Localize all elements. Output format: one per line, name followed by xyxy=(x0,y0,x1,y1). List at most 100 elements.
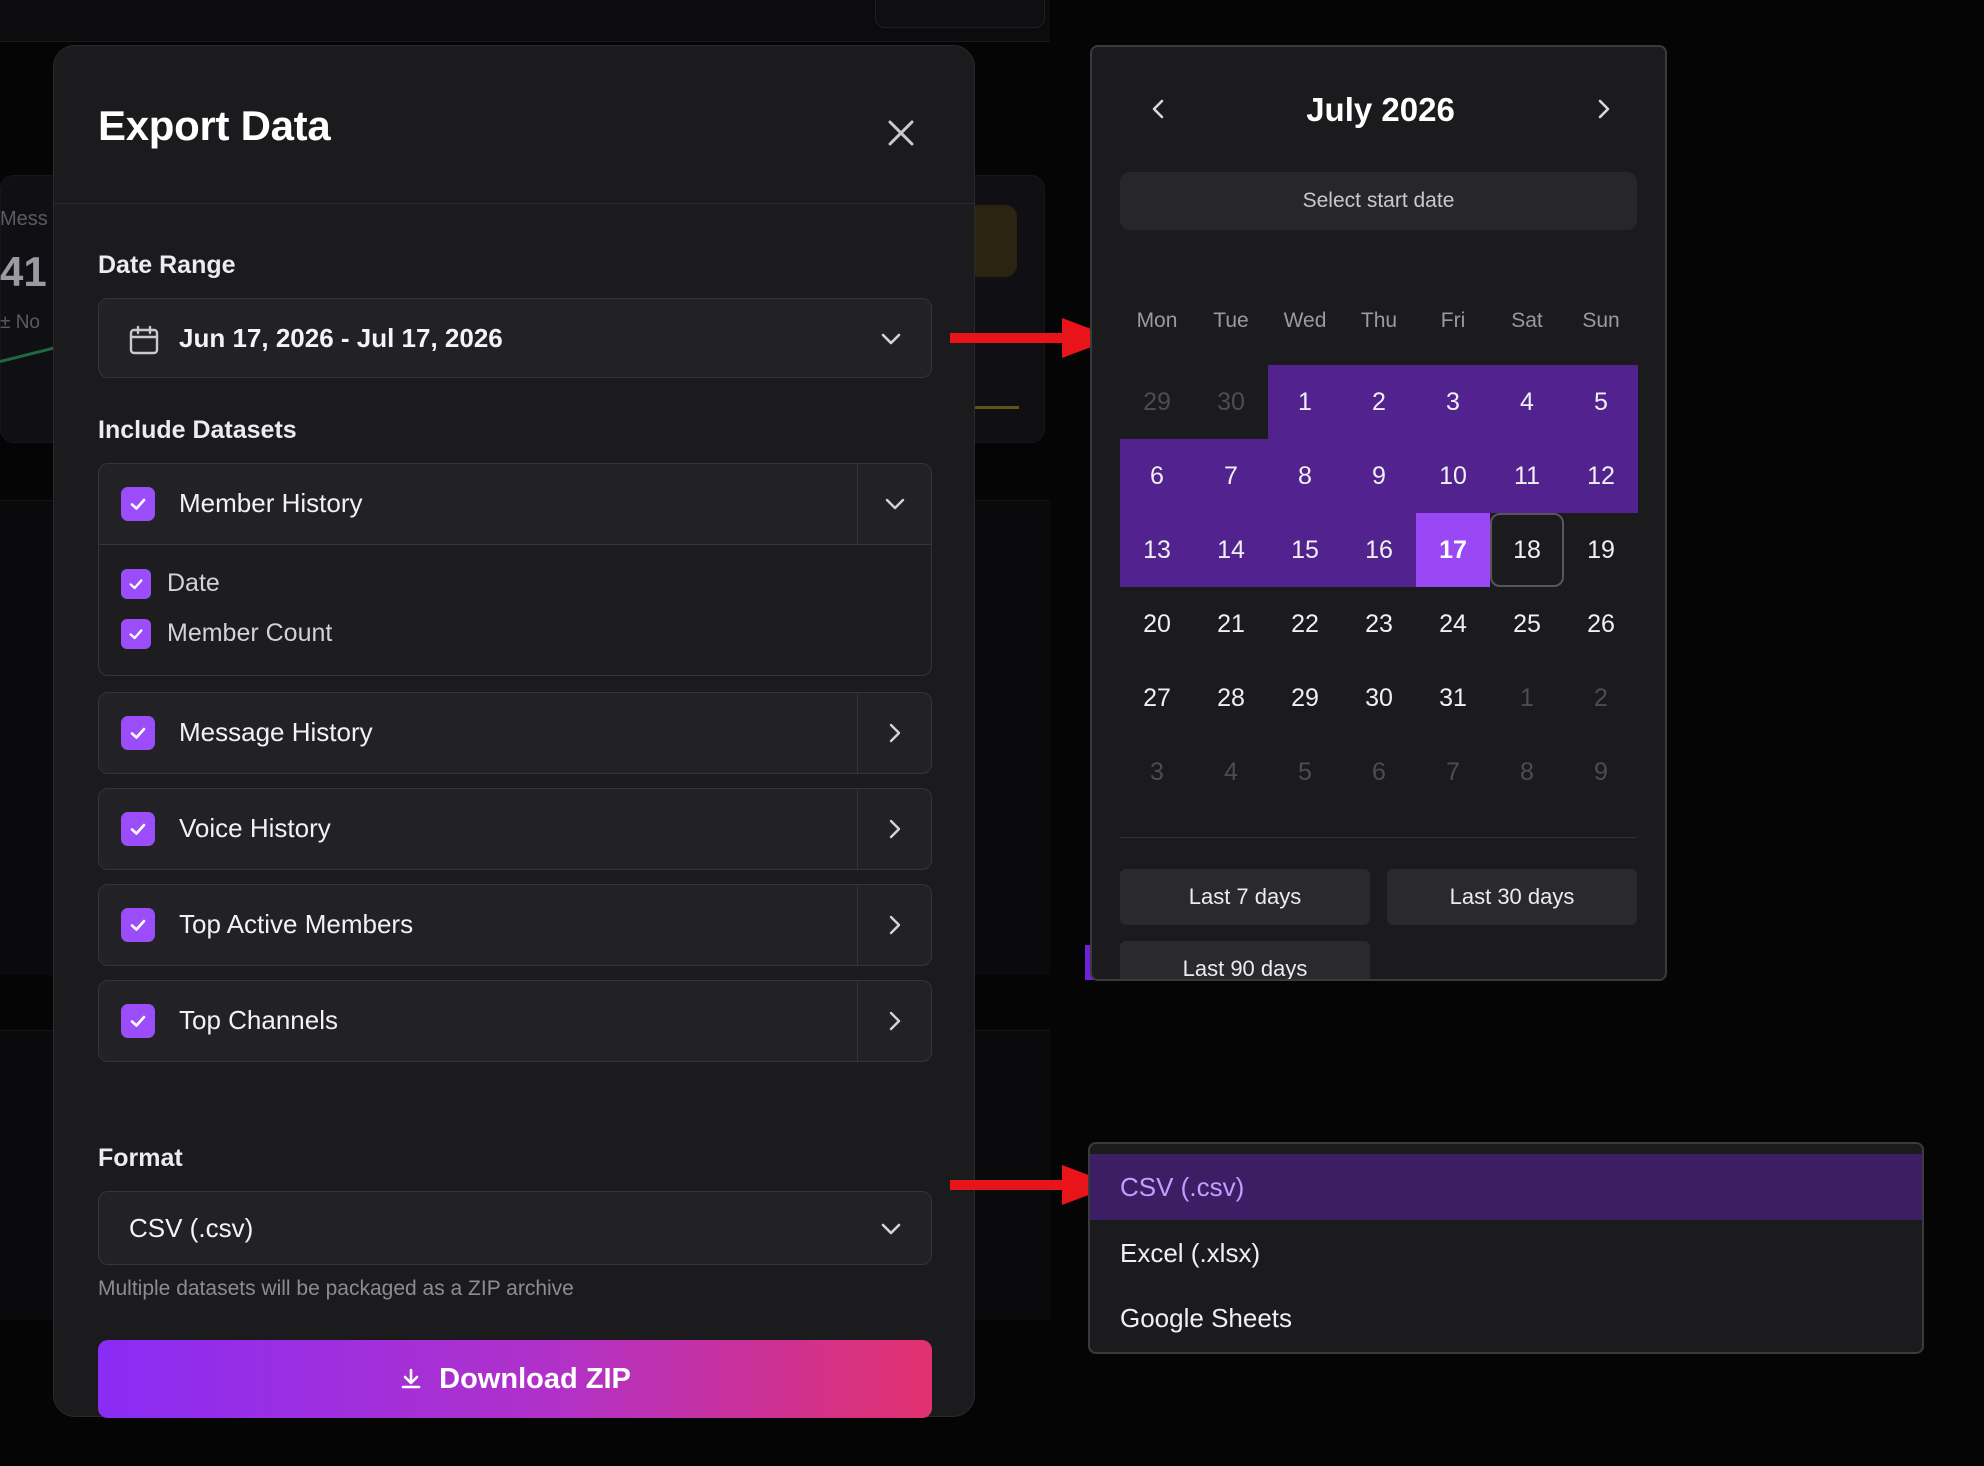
calendar-day[interactable]: 19 xyxy=(1564,513,1638,587)
format-dropdown-menu: CSV (.csv) Excel (.xlsx) Google Sheets xyxy=(1088,1142,1924,1354)
dataset-top-active-members: Top Active Members xyxy=(98,884,932,966)
calendar-day[interactable]: 16 xyxy=(1342,513,1416,587)
calendar-day-outside-month: 2 xyxy=(1594,684,1608,712)
date-range-picker[interactable]: Jun 17, 2026 - Jul 17, 2026 xyxy=(98,298,932,378)
calendar-day[interactable]: 26 xyxy=(1564,587,1638,661)
calendar-day[interactable]: 29 xyxy=(1268,661,1342,735)
dataset-expand-toggle[interactable] xyxy=(857,885,931,965)
calendar-day[interactable]: 5 xyxy=(1564,365,1638,439)
dataset-row: Voice History xyxy=(99,789,931,869)
calendar-day-outside-month: 4 xyxy=(1224,758,1238,786)
date-range-value: Jun 17, 2026 - Jul 17, 2026 xyxy=(179,323,503,353)
chevron-down-icon xyxy=(885,498,904,510)
calendar-day[interactable]: 24 xyxy=(1416,587,1490,661)
calendar-day-outside-month: 29 xyxy=(1143,388,1171,416)
calendar-day[interactable]: 6 xyxy=(1120,439,1194,513)
calendar-day-outside-month: 7 xyxy=(1446,758,1460,786)
calendar-day[interactable]: 30 xyxy=(1342,661,1416,735)
chevron-right-icon xyxy=(889,723,900,743)
calendar-day[interactable]: 13 xyxy=(1120,513,1194,587)
weekday-header: Thu xyxy=(1360,309,1398,332)
format-option-excel[interactable]: Excel (.xlsx) xyxy=(1090,1220,1922,1286)
calendar-day[interactable]: 28 xyxy=(1194,661,1268,735)
modal-header: Export Data xyxy=(54,46,974,204)
format-label: Format xyxy=(98,1144,183,1172)
format-option-csv[interactable]: CSV (.csv) xyxy=(1090,1154,1922,1220)
dataset-top-channels: Top Channels xyxy=(98,980,932,1062)
chevron-right-icon xyxy=(1598,99,1610,119)
calendar-day-outside-month: 5 xyxy=(1298,758,1312,786)
close-button[interactable] xyxy=(874,106,928,160)
dataset-label: Member History xyxy=(179,488,363,518)
calendar-day[interactable]: 14 xyxy=(1194,513,1268,587)
date-range-label: Date Range xyxy=(98,251,236,279)
calendar-day[interactable]: 1 xyxy=(1268,365,1342,439)
calendar-day[interactable]: 25 xyxy=(1490,587,1564,661)
export-modal: Export Data Date Range Jun 17, 2026 - Ju… xyxy=(53,45,975,1418)
background-progress-bar xyxy=(975,406,1019,409)
next-month-button[interactable] xyxy=(1582,87,1626,131)
dataset-expand-toggle[interactable] xyxy=(857,789,931,869)
calendar-hint: Select start date xyxy=(1120,172,1637,230)
dataset-label: Message History xyxy=(179,717,373,747)
background-top-button xyxy=(875,0,1045,28)
format-option-google-sheets[interactable]: Google Sheets xyxy=(1090,1285,1922,1351)
check-icon xyxy=(130,919,146,931)
dataset-row: Top Active Members xyxy=(99,885,931,965)
check-icon xyxy=(130,498,146,510)
calendar-day[interactable]: 10 xyxy=(1416,439,1490,513)
chevron-right-icon xyxy=(889,1011,900,1031)
calendar-day[interactable]: 12 xyxy=(1564,439,1638,513)
dataset-member-history: Member History Date Member Count xyxy=(98,463,932,676)
calendar-day-outside-month: 3 xyxy=(1150,758,1164,786)
background-card-label: Mess xyxy=(0,208,48,230)
calendar-icon xyxy=(129,325,159,355)
calendar-day[interactable]: 9 xyxy=(1342,439,1416,513)
modal-title: Export Data xyxy=(98,102,331,149)
calendar-day[interactable]: 21 xyxy=(1194,587,1268,661)
chevron-down-icon xyxy=(881,1223,901,1235)
calendar-day[interactable]: 15 xyxy=(1268,513,1342,587)
preset-last-90-days[interactable]: Last 90 days xyxy=(1120,941,1370,979)
dataset-expand-toggle[interactable] xyxy=(857,693,931,773)
dataset-expand-toggle[interactable] xyxy=(857,981,931,1061)
calendar-day[interactable]: 23 xyxy=(1342,587,1416,661)
chevron-down-icon xyxy=(881,333,901,345)
calendar-day[interactable]: 17 xyxy=(1416,513,1490,587)
calendar-day[interactable]: 27 xyxy=(1120,661,1194,735)
dataset-checkbox[interactable] xyxy=(121,716,155,750)
calendar-day[interactable]: 18 xyxy=(1490,513,1564,587)
dataset-checkbox[interactable] xyxy=(121,487,155,521)
dataset-checkbox[interactable] xyxy=(121,812,155,846)
check-icon xyxy=(130,823,146,835)
dataset-checkbox[interactable] xyxy=(121,1004,155,1038)
check-icon xyxy=(130,1015,146,1027)
dataset-voice-history: Voice History xyxy=(98,788,932,870)
weekday-header: Tue xyxy=(1213,309,1249,332)
dataset-message-history: Message History xyxy=(98,692,932,774)
preset-last-30-days[interactable]: Last 30 days xyxy=(1387,869,1637,925)
weekday-header: Sat xyxy=(1511,309,1543,332)
field-checkbox[interactable] xyxy=(121,619,151,649)
dataset-collapse-toggle[interactable] xyxy=(857,464,931,544)
weekday-header: Fri xyxy=(1440,309,1466,332)
check-icon xyxy=(130,727,146,739)
calendar-day[interactable]: 3 xyxy=(1416,365,1490,439)
calendar-day[interactable]: 22 xyxy=(1268,587,1342,661)
dataset-checkbox[interactable] xyxy=(121,908,155,942)
calendar-day[interactable]: 8 xyxy=(1268,439,1342,513)
calendar-day[interactable]: 20 xyxy=(1120,587,1194,661)
calendar-day-outside-month: 9 xyxy=(1594,758,1608,786)
calendar-day[interactable]: 31 xyxy=(1416,661,1490,735)
calendar-day[interactable]: 2 xyxy=(1342,365,1416,439)
date-picker-popover: July 2026 Select start date Mon Tue Wed Thu… xyxy=(1090,45,1667,981)
download-zip-button[interactable]: Download ZIP xyxy=(98,1340,932,1418)
calendar-day[interactable]: 4 xyxy=(1490,365,1564,439)
preset-last-7-days[interactable]: Last 7 days xyxy=(1120,869,1370,925)
calendar-day[interactable]: 11 xyxy=(1490,439,1564,513)
calendar-day[interactable]: 7 xyxy=(1194,439,1268,513)
calendar-day-outside-month: 6 xyxy=(1372,758,1386,786)
dataset-row: Member History xyxy=(99,464,931,544)
field-checkbox[interactable] xyxy=(121,569,151,599)
format-select[interactable]: CSV (.csv) xyxy=(98,1191,932,1265)
